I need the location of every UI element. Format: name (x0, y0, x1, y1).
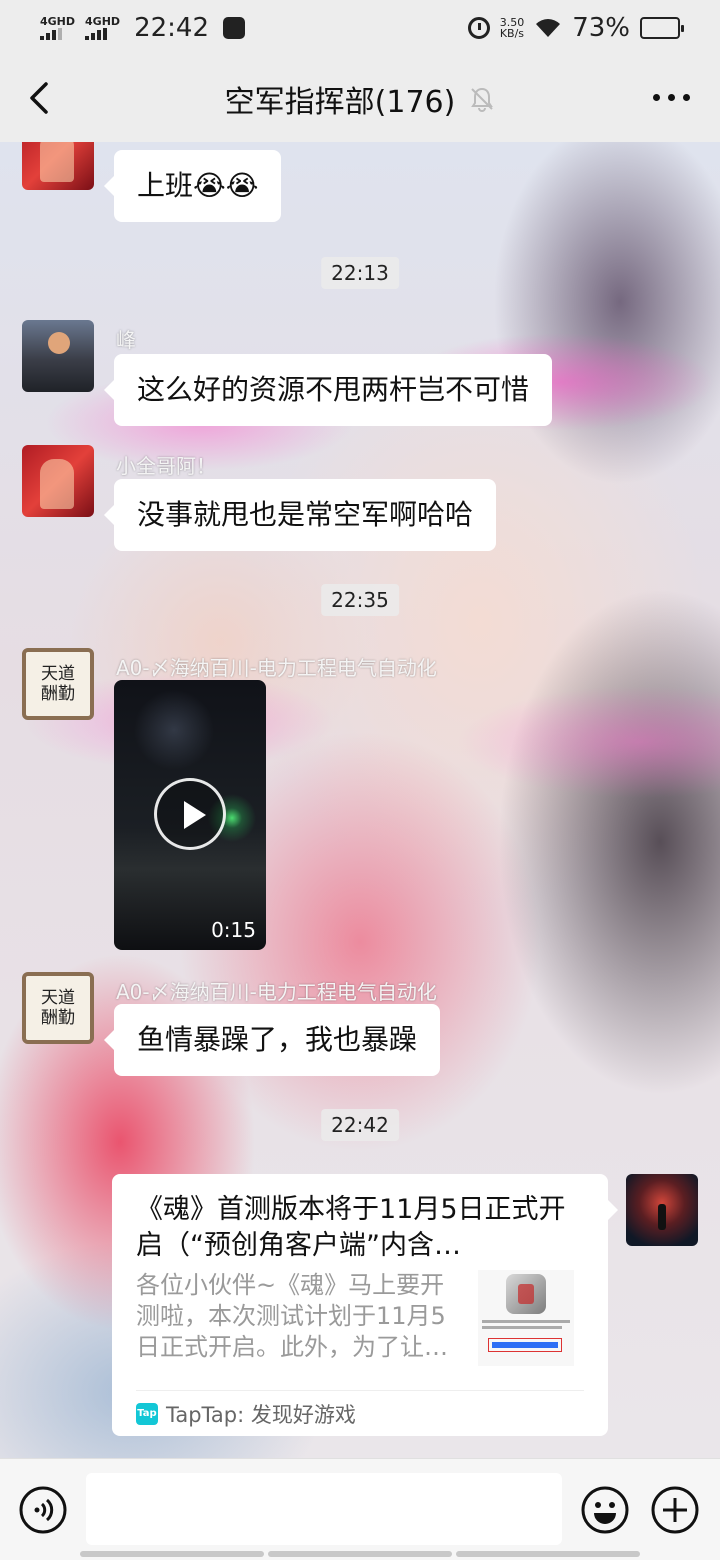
card-title: 《魂》首测版本将于11月5日正式开启（“预创角客户端”内含… (136, 1194, 566, 1261)
timestamp: 22:42 (321, 1109, 399, 1141)
avatar[interactable] (626, 1174, 698, 1246)
sender-name: A0-〆海纳百川-电力工程电气自动化 (116, 980, 437, 1004)
signal-icon: 4GHD (40, 16, 75, 40)
avatar[interactable] (22, 142, 94, 190)
message-input[interactable] (86, 1473, 562, 1545)
status-right: 3.50 KB/s 73% (467, 13, 684, 43)
avatar-calligraphy: 天道酬勤 (41, 988, 75, 1028)
battery-icon (640, 17, 684, 39)
shared-link-card[interactable]: 《魂》首测版本将于11月5日正式开启（“预创角客户端”内含… 各位小伙伴~《魂》… (112, 1174, 618, 1436)
network-speed-unit: KB/s (499, 27, 525, 40)
status-time: 22:42 (134, 13, 209, 43)
timestamp: 22:35 (321, 584, 399, 616)
avatar-calligraphy: 天道酬勤 (41, 664, 75, 704)
sender-name: A0-〆海纳百川-电力工程电气自动化 (116, 656, 437, 680)
play-icon[interactable] (154, 778, 226, 850)
message-bubble[interactable]: 没事就甩也是常空军啊哈哈 (103, 479, 497, 551)
timestamp: 22:13 (321, 257, 399, 289)
avatar[interactable]: 天道酬勤 (22, 648, 94, 720)
wifi-icon (536, 19, 561, 37)
more-options-button[interactable] (653, 94, 690, 101)
more-dot (653, 94, 660, 101)
back-button[interactable] (22, 78, 62, 118)
sender-name: 小全哥阿！ (116, 454, 216, 478)
message-bubble[interactable]: 上班😭😭 (103, 150, 282, 222)
message-bubble[interactable]: 鱼情暴躁了，我也暴躁 (103, 1004, 441, 1076)
more-dot (668, 94, 675, 101)
card-description: 各位小伙伴~《魂》马上要开测啦，本次测试计划于11月5日正式开启。此外，为了让… (136, 1271, 448, 1361)
battery-percent: 73% (572, 13, 630, 43)
taptap-icon: Tap (136, 1402, 158, 1425)
avatar[interactable]: 天道酬勤 (22, 972, 94, 1044)
video-message[interactable]: 0:15 (114, 680, 266, 950)
voice-icon[interactable] (18, 1485, 68, 1535)
signal-label: 4GHD (85, 15, 121, 28)
message-bubble[interactable]: 这么好的资源不甩两杆岂不可惜 (103, 354, 553, 426)
card-source: Tap TapTap: 发现好游戏 (136, 1390, 584, 1436)
input-bar (0, 1458, 720, 1560)
avatar[interactable] (22, 445, 94, 517)
status-left: 4GHD 4GHD 22:42 (40, 13, 245, 43)
chat-title: 空军指挥部(176) (224, 85, 456, 120)
plus-circle-icon[interactable] (650, 1485, 700, 1535)
game-icon (506, 1274, 546, 1314)
app-notification-icon (223, 17, 245, 39)
avatar[interactable] (22, 320, 94, 392)
chat-header: 空军指挥部(176) (0, 56, 720, 142)
card-thumbnail (478, 1270, 574, 1366)
sender-name: 峰 (116, 328, 136, 352)
video-duration: 0:15 (211, 918, 256, 942)
signal-label: 4GHD (40, 15, 76, 28)
network-speed: 3.50 KB/s (500, 17, 525, 39)
chat-title-wrap: 空军指挥部(176) (225, 77, 496, 121)
alarm-icon (467, 17, 490, 39)
card-source-label: TapTap: 发现好游戏 (166, 1402, 356, 1427)
signal-icon: 4GHD (85, 16, 120, 40)
bell-off-icon (471, 87, 494, 112)
thumbnail-button (488, 1338, 562, 1352)
chat-area[interactable]: 上班😭😭 22:13 峰 这么好的资源不甩两杆岂不可惜 小全哥阿！ 没事就甩也是… (0, 142, 720, 1458)
status-bar: 4GHD 4GHD 22:42 3.50 KB/s 73% (0, 0, 720, 56)
card-body: 各位小伙伴~《魂》马上要开测啦，本次测试计划于11月5日正式开启。此外，为了让… (136, 1270, 584, 1366)
more-dot (683, 94, 690, 101)
home-indicator (80, 1551, 640, 1557)
emoji-icon[interactable] (580, 1485, 630, 1535)
